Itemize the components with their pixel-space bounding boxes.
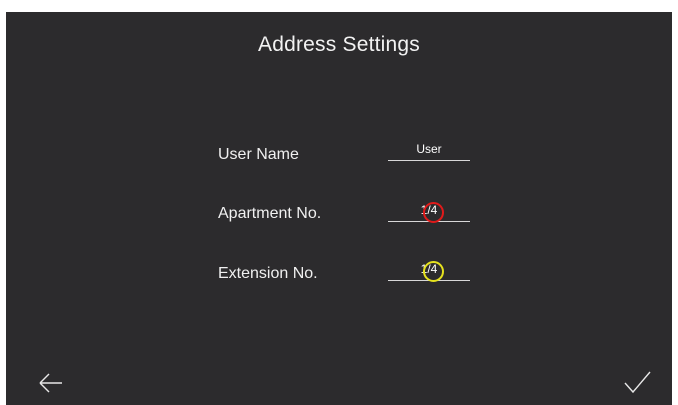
confirm-button[interactable] [622, 368, 652, 398]
user-name-field[interactable]: User [388, 138, 470, 161]
checkmark-icon [622, 368, 652, 398]
apartment-no-label: Apartment No. [218, 205, 322, 222]
user-name-label: User Name [218, 146, 299, 163]
user-name-value: User [416, 142, 442, 156]
extension-no-label: Extension No. [218, 265, 318, 282]
extension-no-highlight-circle [423, 261, 444, 282]
page-title: Address Settings [258, 33, 420, 56]
back-button[interactable] [36, 368, 66, 398]
address-settings-screen: Address Settings User Name User Apartmen… [6, 12, 672, 405]
arrow-left-icon [36, 368, 66, 398]
apartment-no-highlight-circle [423, 202, 444, 223]
